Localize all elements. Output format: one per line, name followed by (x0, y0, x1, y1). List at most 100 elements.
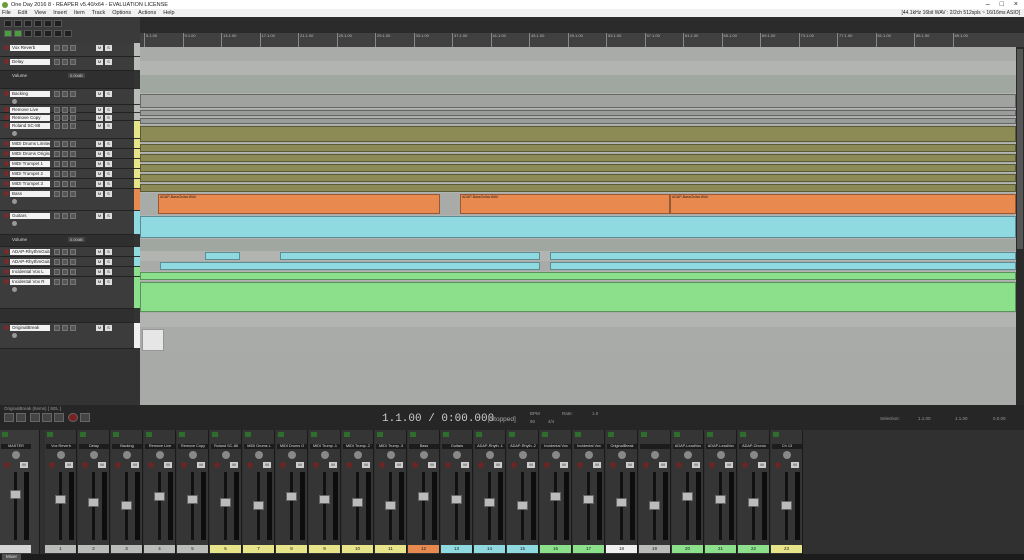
fx-insert-icon[interactable] (740, 432, 746, 437)
mixer-channel-strip[interactable]: OriginalBreak M 18 (606, 430, 638, 554)
mixer-channel-strip[interactable]: Incidental Vox M 16 (540, 430, 572, 554)
mute-button[interactable]: M (96, 151, 103, 157)
close-icon[interactable]: × (1014, 1, 1018, 8)
record-arm-icon[interactable] (148, 462, 154, 468)
track-lane[interactable] (140, 215, 1016, 239)
track-header[interactable]: MIDI Trumpet 2 MS (0, 169, 140, 179)
solo-button[interactable]: S (105, 269, 112, 275)
menu-track[interactable]: Track (92, 10, 106, 16)
media-item[interactable] (550, 252, 1016, 260)
channel-name[interactable]: MIDI Trump..1 (310, 444, 340, 449)
io-route-icon[interactable] (54, 161, 60, 167)
mixer-channel-strip[interactable]: ADAP-LeadVoc M 21 (705, 430, 737, 554)
media-item[interactable] (140, 94, 1016, 108)
io-route-icon[interactable] (54, 45, 60, 51)
track-name[interactable]: ADAP-RhythmGuitar1 (10, 249, 50, 255)
volume-envelope-lane[interactable]: Volume 0.00dB (0, 71, 134, 89)
envelope-icon[interactable] (70, 259, 76, 265)
fx-icon[interactable] (62, 181, 68, 187)
track-lane[interactable] (140, 313, 1016, 327)
vertical-scrollbar[interactable] (1016, 47, 1024, 405)
undo-icon[interactable] (44, 20, 52, 27)
track-lane[interactable] (140, 143, 1016, 153)
mute-button[interactable]: M (96, 181, 103, 187)
new-project-icon[interactable] (4, 20, 12, 27)
mute-button[interactable]: M (758, 462, 766, 468)
volume-fader[interactable] (583, 495, 594, 504)
locking-icon[interactable] (54, 30, 62, 37)
record-button[interactable] (68, 413, 78, 422)
io-route-icon[interactable] (54, 171, 60, 177)
fx-insert-icon[interactable] (245, 432, 251, 437)
volume-fader[interactable] (55, 495, 66, 504)
pan-knob-icon[interactable] (684, 451, 692, 459)
solo-button[interactable]: S (105, 151, 112, 157)
channel-name[interactable]: Incidental Vox (541, 444, 571, 449)
record-arm-icon[interactable] (4, 123, 9, 128)
pause-button[interactable] (42, 413, 52, 422)
mute-button[interactable]: M (20, 462, 28, 468)
channel-name[interactable]: ADAP-Rhyth..2 (508, 444, 538, 449)
mute-button[interactable]: M (329, 462, 337, 468)
volume-fader[interactable] (451, 495, 462, 504)
record-arm-icon[interactable] (4, 107, 9, 112)
record-arm-icon[interactable] (709, 462, 715, 468)
record-arm-icon[interactable] (445, 462, 451, 468)
pan-knob-icon[interactable] (387, 451, 395, 459)
stop-button[interactable] (54, 413, 64, 422)
track-lane[interactable] (140, 261, 1016, 271)
io-route-icon[interactable] (54, 141, 60, 147)
fx-insert-icon[interactable] (377, 432, 383, 437)
envelope-icon[interactable] (70, 123, 76, 129)
mute-button[interactable]: M (296, 462, 304, 468)
item-grouping-icon[interactable] (34, 30, 42, 37)
pan-knob-icon[interactable] (717, 451, 725, 459)
io-route-icon[interactable] (54, 191, 60, 197)
mute-button[interactable]: M (791, 462, 799, 468)
pan-knob-icon[interactable] (189, 451, 197, 459)
pan-knob-icon[interactable] (453, 451, 461, 459)
menu-options[interactable]: Options (112, 10, 131, 16)
fx-insert-icon[interactable] (641, 432, 647, 437)
mixer-channel-strip[interactable]: Incidental Vox M 17 (573, 430, 605, 554)
record-arm-icon[interactable] (181, 462, 187, 468)
record-arm-icon[interactable] (247, 462, 253, 468)
envelope-icon[interactable] (70, 141, 76, 147)
fx-icon[interactable] (62, 213, 68, 219)
record-arm-icon[interactable] (610, 462, 616, 468)
record-arm-icon[interactable] (4, 91, 9, 96)
fx-icon[interactable] (62, 141, 68, 147)
io-route-icon[interactable] (54, 325, 60, 331)
mute-button[interactable]: M (230, 462, 238, 468)
pan-knob-icon[interactable] (354, 451, 362, 459)
media-item[interactable] (140, 216, 1016, 238)
solo-button[interactable]: S (105, 123, 112, 129)
pan-knob-icon[interactable] (156, 451, 164, 459)
metronome-icon[interactable] (64, 30, 72, 37)
track-header[interactable]: Incidental Vox L MS (0, 267, 140, 277)
envelope-icon[interactable] (70, 161, 76, 167)
record-arm-icon[interactable] (4, 249, 9, 254)
pan-knob-icon[interactable] (321, 451, 329, 459)
envelope-lane[interactable] (140, 239, 1016, 251)
mixer-channel-strip[interactable]: Vox Reverb M 1 (45, 430, 77, 554)
io-route-icon[interactable] (54, 123, 60, 129)
volume-fader[interactable] (781, 501, 792, 510)
record-arm-icon[interactable] (379, 462, 385, 468)
record-arm-icon[interactable] (577, 462, 583, 468)
record-arm-icon[interactable] (82, 462, 88, 468)
track-lane[interactable] (140, 173, 1016, 183)
track-header[interactable]: Delay M S (0, 57, 140, 71)
track-header[interactable]: MIDI Trumpet 3 MS (0, 179, 140, 189)
envelope-icon[interactable] (70, 325, 76, 331)
record-arm-icon[interactable] (4, 59, 9, 64)
pan-knob-icon[interactable] (585, 451, 593, 459)
fx-insert-icon[interactable] (179, 432, 185, 437)
fx-insert-icon[interactable] (113, 432, 119, 437)
go-to-start-button[interactable] (4, 413, 14, 422)
track-header[interactable]: MIDI Trumpet 1 MS (0, 159, 140, 169)
track-name[interactable]: Roland SC-88 (10, 123, 50, 129)
track-name[interactable]: ADAP-RhythmGuitar2 (10, 259, 50, 265)
channel-name[interactable]: Incidental Vox (574, 444, 604, 449)
fx-insert-icon[interactable] (674, 432, 680, 437)
